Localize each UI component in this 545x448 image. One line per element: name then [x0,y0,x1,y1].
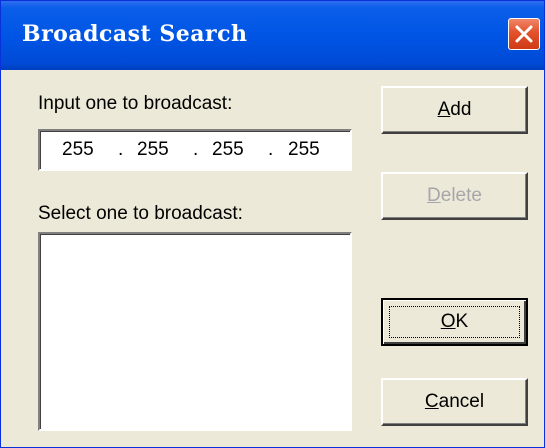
ip-octet-4[interactable]: 255 [288,139,320,161]
ok-button[interactable]: OK [381,298,528,346]
cancel-button[interactable]: Cancel [381,378,528,426]
title-bar[interactable]: Broadcast Search [1,1,544,70]
ip-octet-3[interactable]: 255 [212,139,244,161]
select-label: Select one to broadcast: [38,203,243,224]
window-title: Broadcast Search [22,21,248,47]
add-button[interactable]: Add [381,86,528,134]
delete-button-accel: D [427,185,441,206]
ip-separator-3: . [268,139,274,160]
delete-button[interactable]: Delete [381,172,528,220]
close-icon [509,19,539,49]
broadcast-search-dialog: Broadcast Search Input one to broadcast:… [0,0,545,448]
broadcast-listbox[interactable] [38,232,352,431]
close-button[interactable] [508,18,540,50]
ok-button-accel: O [440,311,456,332]
ip-address-input[interactable]: 255 . 255 . 255 . 255 [38,129,352,171]
add-button-accel: A [437,99,451,120]
ip-octet-2[interactable]: 255 [137,139,169,161]
ip-separator-1: . [118,139,124,160]
ip-octet-1[interactable]: 255 [62,139,94,161]
input-label: Input one to broadcast: [38,93,233,114]
add-button-label: dd [450,99,472,120]
ip-separator-2: . [193,139,199,160]
cancel-button-accel: C [424,391,439,412]
delete-button-label: elete [440,185,482,206]
ok-button-label: K [455,311,469,332]
cancel-button-label: ancel [438,391,485,412]
